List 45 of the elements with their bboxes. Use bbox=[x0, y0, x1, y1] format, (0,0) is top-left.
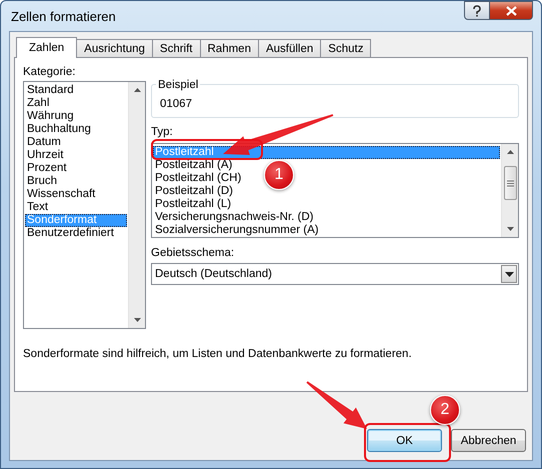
field-label: Kategorie: bbox=[23, 66, 76, 79]
window-title: Zellen formatieren bbox=[10, 8, 116, 24]
close-icon bbox=[506, 6, 516, 16]
description-text: Sonderformate sind hilfreich, um Listen und Datenbankwerte zu formatieren. bbox=[23, 347, 413, 361]
tab[interactable]: Ausrichtung bbox=[76, 39, 153, 57]
arrow bbox=[306, 381, 367, 429]
list-item[interactable]: Buchhaltung bbox=[25, 123, 93, 136]
help-button[interactable] bbox=[464, 1, 490, 20]
tab[interactable]: Schutz bbox=[320, 39, 372, 57]
scrollbar[interactable] bbox=[501, 144, 518, 237]
list-item[interactable]: Versicherungsnachweis-Nr. (D) bbox=[153, 211, 316, 224]
category-list[interactable]: Standard Zahl Währung Buchhaltung Datum Uhrzeit Prozent Bruch Wissenschaft Text Sonderformat Benutzerdefiniert bbox=[23, 81, 146, 329]
group-label: Beispiel bbox=[156, 79, 200, 92]
cancel-button[interactable]: Abbrechen bbox=[451, 429, 526, 452]
list-item[interactable]: Postleitzahl (L) bbox=[153, 198, 234, 211]
field-label: Typ: bbox=[151, 126, 174, 139]
list-item[interactable]: Uhrzeit bbox=[25, 149, 66, 162]
close-button[interactable] bbox=[490, 1, 533, 20]
list-item[interactable]: Postleitzahl (A) bbox=[153, 159, 234, 172]
list-item[interactable]: Wissenschaft bbox=[25, 188, 98, 201]
scrollbar-thumb[interactable] bbox=[504, 166, 516, 200]
list-item[interactable]: Prozent bbox=[25, 162, 69, 175]
scrollbar[interactable] bbox=[128, 82, 145, 328]
list-item[interactable]: Text bbox=[25, 201, 50, 214]
grip-icon bbox=[506, 180, 514, 186]
tab[interactable]: Ausfüllen bbox=[258, 39, 322, 57]
sample-value: 01067 bbox=[160, 98, 192, 110]
tab[interactable]: Zahlen bbox=[16, 37, 78, 58]
help-icon bbox=[472, 4, 482, 16]
list-item[interactable]: Standard bbox=[25, 84, 76, 97]
list-item[interactable]: Postleitzahl (D) bbox=[153, 185, 235, 198]
caret-icon bbox=[504, 272, 514, 276]
list-item[interactable]: Bruch bbox=[25, 175, 60, 188]
list-item[interactable]: Zahl bbox=[25, 97, 52, 110]
list-item[interactable]: Benutzerdefiniert bbox=[25, 227, 116, 240]
ok-button[interactable]: OK bbox=[367, 429, 442, 452]
list-item[interactable]: Sozialversicherungsnummer (A) bbox=[153, 224, 321, 237]
tab[interactable]: Rahmen bbox=[200, 39, 259, 57]
list-item[interactable]: Postleitzahl (CH) bbox=[153, 172, 244, 185]
list-item[interactable]: Datum bbox=[25, 136, 63, 149]
locale-dropdown[interactable]: Deutsch (Deutschland) bbox=[151, 263, 519, 285]
field-label: Gebietsschema: bbox=[151, 247, 236, 260]
tab[interactable]: Schrift bbox=[152, 39, 200, 57]
dropdown-button[interactable] bbox=[501, 265, 517, 283]
list-item[interactable]: Währung bbox=[25, 110, 76, 123]
